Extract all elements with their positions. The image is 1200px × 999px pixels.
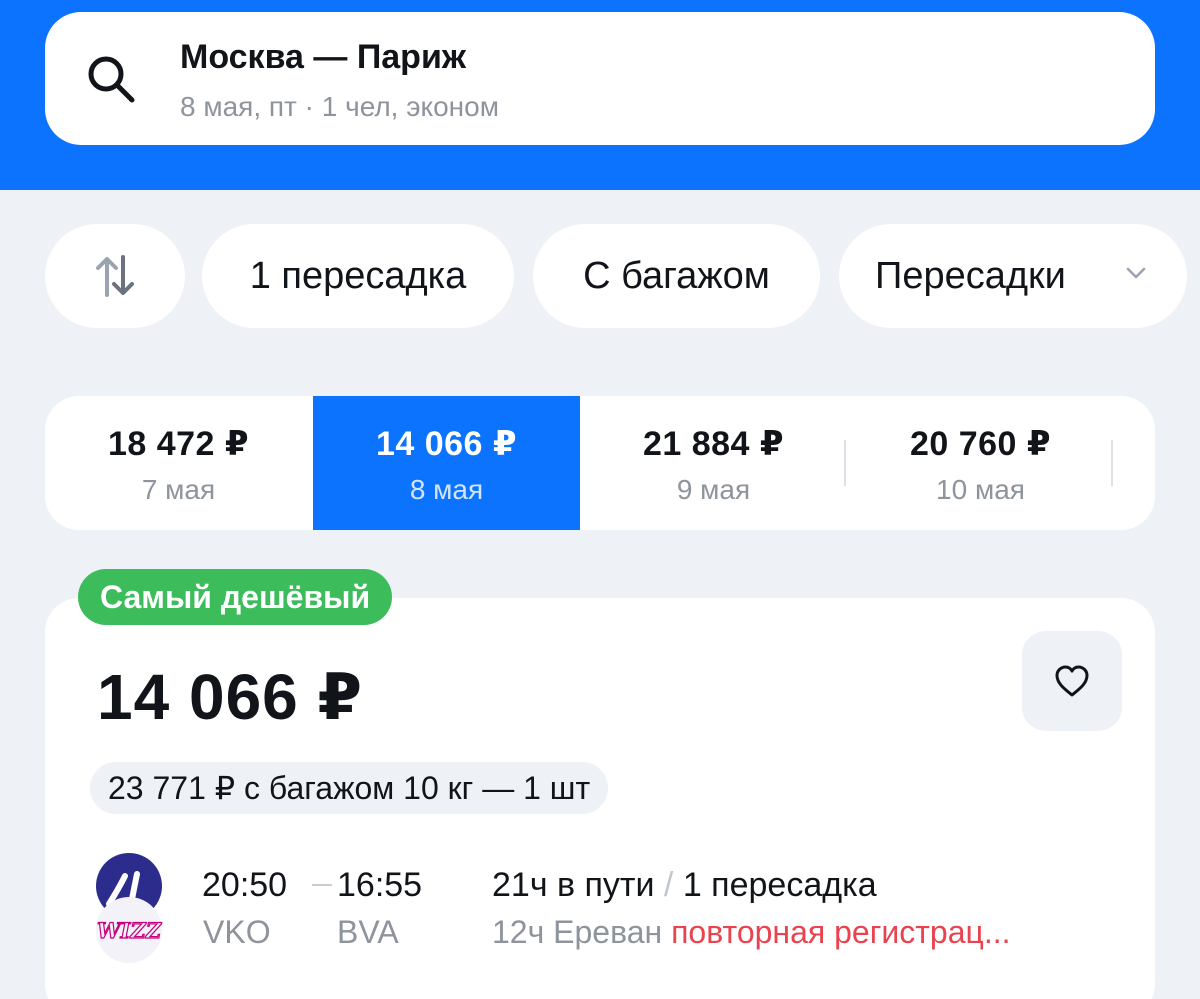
filter-with-baggage[interactable]: С багажом <box>533 224 820 328</box>
filter-label: С багажом <box>583 254 770 297</box>
summary-divider: / <box>663 866 674 904</box>
flight-duration: 21ч в пути <box>492 866 655 904</box>
stopover-info: 12ч Ереван повторная регистрац... <box>492 914 1010 951</box>
sort-button[interactable] <box>45 224 185 328</box>
airline-logo: WIZZ <box>96 853 162 963</box>
filter-label: Пересадки <box>875 254 1066 297</box>
chevron-down-icon <box>1126 267 1146 279</box>
filter-label: 1 пересадка <box>249 254 467 297</box>
date-label: 10 мая <box>936 474 1025 505</box>
date-label: 9 мая <box>676 474 751 505</box>
date-divider <box>1111 440 1113 486</box>
arrival-time: 16:55 <box>337 866 423 904</box>
transfer-count: 1 пересадка <box>682 866 877 904</box>
sort-arrows-icon <box>96 255 134 297</box>
search-icon <box>88 56 135 103</box>
date-price-strip: 18 472 ₽ 7 мая 14 066 ₽ 8 мая 21 884 ₽ 9… <box>45 396 1155 530</box>
baggage-offer[interactable]: 23 771 ₽ с багажом 10 кг — 1 шт <box>90 762 609 814</box>
date-option-9-may[interactable]: 21 884 ₽ 9 мая <box>580 396 847 530</box>
route-title: Москва — Париж <box>180 38 466 76</box>
date-option-7-may[interactable]: 18 472 ₽ 7 мая <box>45 396 312 530</box>
departure-time: 20:50 <box>202 866 288 904</box>
trip-details: 8 мая, пт · 1 чел, эконом <box>180 91 499 122</box>
heart-icon <box>1055 665 1089 697</box>
airline-logo-text: WIZZ <box>97 918 162 943</box>
search-bar[interactable] <box>45 12 1155 145</box>
date-price: 21 884 ₽ <box>642 425 785 463</box>
stopover-city: 12ч Ереван <box>492 914 663 950</box>
cheapest-badge: Самый дешёвый <box>78 569 393 625</box>
recheck-in-warning: повторная регистрац... <box>671 914 1011 950</box>
ticket-price: 14 066 ₽ <box>97 661 364 733</box>
date-divider <box>844 440 846 486</box>
date-label: 7 мая <box>141 474 216 505</box>
date-option-10-may[interactable]: 20 760 ₽ 10 мая <box>847 396 1114 530</box>
date-price: 20 760 ₽ <box>909 425 1052 463</box>
filter-one-transfer[interactable]: 1 пересадка <box>202 224 514 328</box>
favorite-button[interactable] <box>1022 631 1122 731</box>
time-separator <box>312 884 332 886</box>
date-price: 18 472 ₽ <box>107 425 250 463</box>
departure-airport-code: VKO <box>203 914 271 950</box>
date-label: 8 мая <box>409 474 484 505</box>
filter-transfers-dropdown[interactable]: Пересадки <box>839 224 1187 328</box>
flight-summary: 21ч в пути / 1 пересадка <box>492 866 877 905</box>
date-option-8-may[interactable]: 14 066 ₽ 8 мая <box>313 396 580 530</box>
date-price: 14 066 ₽ <box>375 425 518 463</box>
arrival-airport-code: BVA <box>337 914 399 950</box>
